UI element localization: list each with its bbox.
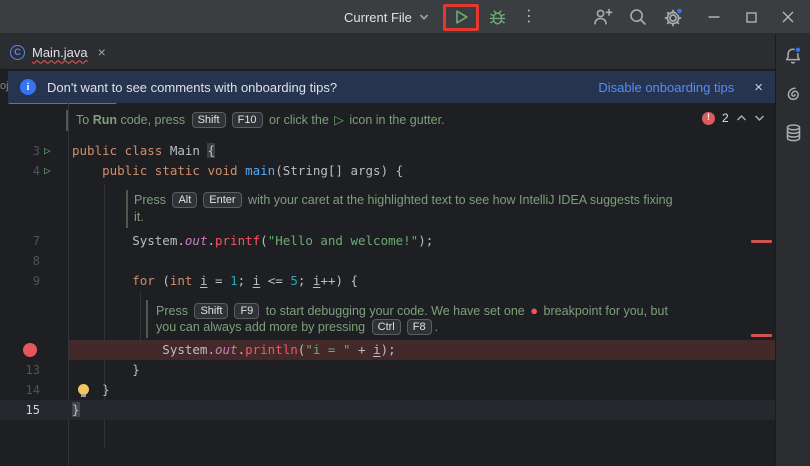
line-number[interactable]: 8 <box>0 251 40 271</box>
line-number[interactable]: 15 <box>0 400 40 420</box>
ai-assistant-button[interactable] <box>784 85 803 104</box>
tip-text: Press AltEnter with your caret at the hi… <box>134 192 673 226</box>
code-line[interactable]: 15} <box>0 400 775 420</box>
database-button[interactable] <box>784 123 803 143</box>
tip-comment[interactable]: Press ShiftF9 to start debugging your co… <box>0 301 775 321</box>
keycap: F9 <box>234 303 259 319</box>
code-text[interactable]: for (int i = 1; i <= 5; i++) { <box>72 271 358 291</box>
breakpoint-icon: ● <box>530 303 538 318</box>
maximize-icon <box>746 12 757 23</box>
line-number[interactable]: 4 <box>0 161 40 181</box>
close-icon <box>782 11 794 23</box>
code-text[interactable]: } <box>72 400 80 420</box>
code-line[interactable]: 7 System.out.printf("Hello and welcome!"… <box>0 231 775 251</box>
bug-icon <box>488 8 507 27</box>
code-with-me-button[interactable] <box>593 7 613 27</box>
banner-close-icon[interactable]: × <box>754 79 763 96</box>
code-line[interactable]: 14 } <box>0 380 775 400</box>
line-number[interactable]: 14 <box>0 380 40 400</box>
search-icon <box>628 7 648 27</box>
error-stripe-mark[interactable] <box>751 240 772 243</box>
previous-error-button[interactable] <box>736 114 747 122</box>
line-number[interactable]: 13 <box>0 360 40 380</box>
notification-dot <box>795 47 801 53</box>
settings-notification-dot <box>677 8 683 14</box>
minimize-icon <box>708 15 720 19</box>
error-stripe-mark[interactable] <box>751 334 772 337</box>
code-line[interactable]: 3▷ public class Main { <box>0 141 775 161</box>
tab-main-java[interactable]: C Main.java × <box>10 34 106 70</box>
keycap: Shift <box>192 112 226 128</box>
title-bar: Current File <box>0 0 810 34</box>
disable-onboarding-tips-link[interactable]: Disable onboarding tips <box>598 80 734 95</box>
banner-message: Don't want to see comments with onboardi… <box>47 80 337 95</box>
line-number[interactable]: 9 <box>0 271 40 291</box>
chevron-down-icon <box>419 13 429 21</box>
code-line[interactable]: 8 <box>0 251 775 271</box>
code-line[interactable]: 9 for (int i = 1; i <= 5; i++) { <box>0 271 775 291</box>
tab-close-icon[interactable]: × <box>98 45 106 59</box>
error-badge-icon: ! <box>702 112 715 125</box>
line-number[interactable]: 3 <box>0 141 40 161</box>
debug-button[interactable] <box>488 8 507 27</box>
keycap: F8 <box>407 319 432 335</box>
minimize-button[interactable] <box>699 0 729 34</box>
code-line[interactable]: 13 } <box>0 360 775 380</box>
run-button[interactable] <box>452 8 470 26</box>
code-line[interactable]: System.out.println("i = " + i); <box>0 340 775 360</box>
search-everywhere-button[interactable] <box>628 7 648 27</box>
tab-title: Main.java <box>32 45 88 60</box>
close-window-button[interactable] <box>773 0 803 34</box>
more-actions-button[interactable]: ⋮ <box>521 0 537 34</box>
keycap: Alt <box>172 192 197 208</box>
tip-comment[interactable]: Press AltEnter with your caret at the hi… <box>0 191 775 211</box>
next-error-button[interactable] <box>754 114 765 122</box>
line-number[interactable]: 7 <box>0 231 40 251</box>
java-class-icon: C <box>10 45 25 60</box>
inspections-widget[interactable]: ! 2 <box>702 110 765 126</box>
gear-icon <box>663 7 684 28</box>
tip-text: Press ShiftF9 to start debugging your co… <box>156 302 668 336</box>
code-text[interactable]: } <box>72 360 140 380</box>
current-line-highlight <box>0 400 775 420</box>
info-icon: i <box>20 79 36 95</box>
code-text[interactable]: public static void main(String[] args) { <box>72 161 403 181</box>
swirl-icon <box>784 85 803 104</box>
annotation-highlight-box <box>443 4 479 31</box>
run-configuration-label: Current File <box>344 10 412 25</box>
run-icon: ▷ <box>334 113 344 127</box>
tip-border <box>146 300 148 338</box>
right-tool-window-stripe <box>775 34 810 466</box>
bell-icon <box>783 46 803 66</box>
run-gutter-icon[interactable]: ▷ <box>44 141 51 161</box>
database-icon <box>784 123 803 143</box>
code-text[interactable]: } <box>72 380 110 400</box>
code-text[interactable]: System.out.printf("Hello and welcome!"); <box>72 231 433 251</box>
onboarding-banner: i Don't want to see comments with onboar… <box>8 71 775 103</box>
maximize-button[interactable] <box>736 0 766 34</box>
keycap: F10 <box>232 112 263 128</box>
editor-tab-bar: C Main.java × <box>0 34 775 70</box>
keycap: Shift <box>194 303 228 319</box>
settings-button[interactable] <box>663 7 684 28</box>
run-configuration-selector[interactable]: Current File <box>344 10 429 25</box>
notifications-button[interactable] <box>783 46 803 66</box>
tip-border <box>66 110 68 131</box>
add-user-icon <box>593 7 613 27</box>
code-editor[interactable]: ! 2 To Run code, press ShiftF10 or click… <box>0 70 775 466</box>
breakpoint-icon[interactable] <box>23 343 37 357</box>
keycap: Ctrl <box>372 319 401 335</box>
tip-border <box>126 190 128 228</box>
code-line[interactable]: 4▷ public static void main(String[] args… <box>0 161 775 181</box>
code-text[interactable]: public class Main { <box>72 141 215 161</box>
error-count: 2 <box>722 111 729 125</box>
tip-text: To Run code, press ShiftF10 or click the… <box>76 112 445 129</box>
tip-comment[interactable]: To Run code, press ShiftF10 or click the… <box>0 111 775 131</box>
keycap: Enter <box>203 192 241 208</box>
code-text[interactable]: System.out.println("i = " + i); <box>72 340 396 360</box>
run-gutter-icon[interactable]: ▷ <box>44 161 51 181</box>
ide-window: Current File <box>0 0 810 466</box>
